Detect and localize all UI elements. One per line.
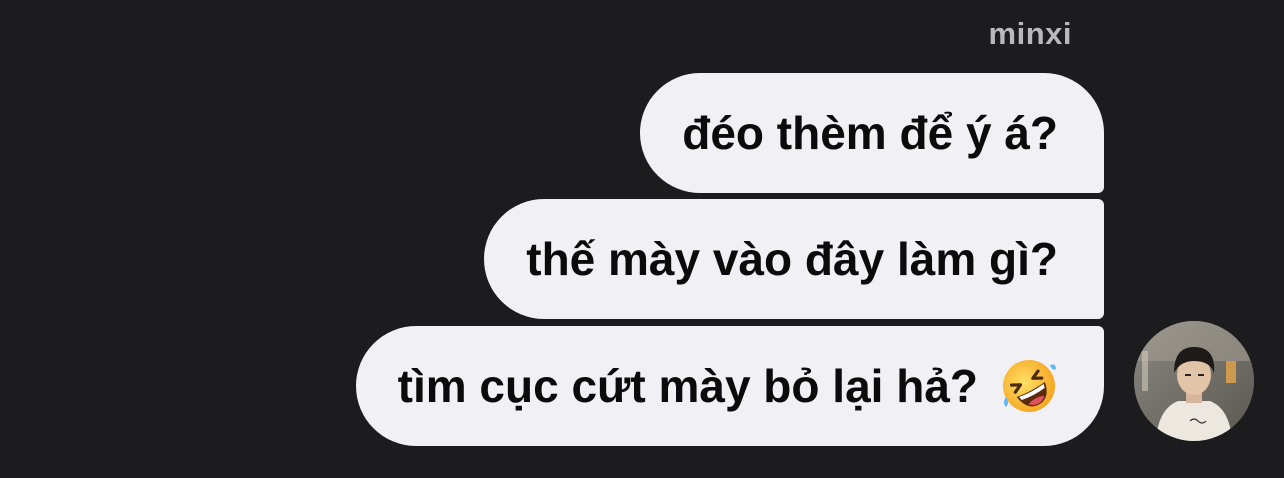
avatar[interactable]: [1134, 321, 1254, 441]
message-text: đéo thèm để ý á?: [682, 107, 1058, 159]
sender-name: minxi: [988, 16, 1072, 51]
message-bubble[interactable]: tìm cục cứt mày bỏ lại hả?: [355, 326, 1104, 446]
message-text: tìm cục cứt mày bỏ lại hả?: [397, 360, 978, 412]
message-bubble[interactable]: thế mày vào đây làm gì?: [484, 199, 1104, 319]
message-bubble[interactable]: đéo thèm để ý á?: [640, 73, 1104, 193]
message-text: thế mày vào đây làm gì?: [526, 233, 1058, 285]
rolling-on-floor-laughing-emoji-icon: [1000, 357, 1058, 415]
message-thread: minxi đéo thèm để ý á? thế mày vào đây l…: [0, 0, 1284, 478]
user-avatar-photo-icon: [1134, 321, 1254, 441]
